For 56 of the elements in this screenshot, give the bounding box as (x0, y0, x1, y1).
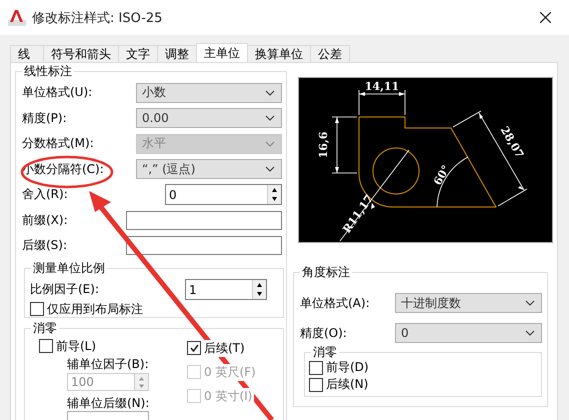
tab[interactable]: 主单位 (196, 43, 248, 62)
tab[interactable]: 符号和箭头 (43, 45, 119, 62)
dropdown[interactable]: 十进制度数 (395, 293, 542, 313)
chevron-icon (265, 90, 275, 96)
dropdown[interactable]: “,” (逗点) (136, 159, 282, 179)
dropdown[interactable]: 小数 (136, 82, 282, 102)
dimension-label: 16,6 (317, 132, 330, 158)
group-title: 消零 (31, 321, 59, 336)
input-field[interactable] (126, 210, 282, 230)
field-label: 辅单位后缀(N): (67, 396, 150, 411)
checkbox-label: 后续(T) (204, 340, 247, 356)
field-label: 分数格式(M): (22, 135, 94, 152)
checkbox[interactable] (39, 339, 53, 353)
close-icon (540, 12, 550, 23)
chevron-icon (265, 166, 275, 172)
app-icon (8, 10, 26, 26)
field-label: 前缀(X): (22, 212, 68, 228)
checkbox-label: 0 英寸(I) (204, 388, 254, 404)
field-label: 单位格式(U): (22, 84, 92, 101)
chevron-icon (265, 140, 275, 146)
field-label: 精度(O): (300, 324, 347, 342)
checkbox-label: 0 英尺(F) (204, 364, 258, 380)
field-label: 舍入(R): (22, 186, 68, 203)
checkbox-label: 仅应用到布局标注 (47, 300, 143, 318)
spin-box[interactable]: 100 (67, 373, 149, 391)
tab[interactable]: 调整 (157, 45, 197, 62)
field-label: 比例因子(E): (30, 281, 99, 298)
tab[interactable]: 换算单位 (247, 45, 311, 62)
field-label: 后缀(S): (22, 237, 68, 254)
checkbox[interactable] (30, 302, 44, 316)
input-field[interactable] (126, 236, 282, 255)
tab[interactable]: 文字 (118, 45, 158, 62)
checkbox-label: 前导(D) (326, 359, 369, 376)
chevron-icon (525, 300, 535, 306)
checkbox[interactable] (309, 378, 323, 392)
dropdown[interactable]: 0 (395, 323, 542, 343)
field-label: 辅单位因子(B): (67, 357, 150, 372)
window-title: 修改标注样式: ISO-25 (32, 10, 164, 26)
tab[interactable]: 公差 (310, 45, 350, 62)
dimension-label: 14,11 (364, 80, 400, 93)
spin-box[interactable]: 1 (185, 279, 267, 300)
checkbox-label: 后续(N) (326, 376, 368, 393)
group-title: 测量单位比例 (31, 261, 107, 276)
tab[interactable]: 线 (10, 45, 44, 62)
checkbox[interactable] (309, 360, 323, 374)
spin-box[interactable]: 0 (165, 184, 282, 205)
field-label: 精度(P): (22, 110, 67, 126)
group-title: 消零 (311, 345, 339, 360)
field-label: 单位格式(A): (300, 294, 370, 312)
chevron-icon (265, 115, 275, 121)
chevron-icon (525, 330, 535, 336)
checkbox[interactable] (187, 341, 201, 355)
checkbox-label: 前导(L) (56, 338, 96, 354)
dropdown[interactable]: 0.00 (136, 108, 282, 128)
group-title: 角度标注 (300, 265, 352, 280)
group-title: 线性标注 (22, 64, 74, 79)
